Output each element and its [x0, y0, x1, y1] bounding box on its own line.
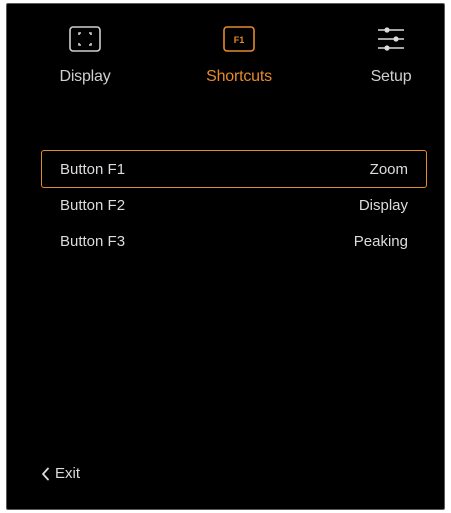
tab-bar: Display F1 Shortcuts Setup — [7, 4, 444, 104]
menu-row-button-f2[interactable]: Button F2 Display — [41, 186, 427, 224]
display-frame-icon — [35, 26, 135, 52]
camera-menu-screen: Display F1 Shortcuts Setup Button F1 Zoo… — [6, 3, 445, 510]
tab-display-label: Display — [59, 68, 111, 85]
row-value: Peaking — [353, 233, 408, 250]
f1-key-icon: F1 — [189, 26, 289, 52]
menu-row-button-f1[interactable]: Button F1 Zoom — [41, 150, 427, 188]
tab-shortcuts-label: Shortcuts — [206, 68, 272, 85]
chevron-left-icon — [41, 467, 50, 486]
tab-setup[interactable]: Setup — [341, 26, 441, 96]
menu-row-button-f3[interactable]: Button F3 Peaking — [41, 222, 427, 260]
row-label: Button F2 — [60, 197, 126, 214]
tab-setup-label: Setup — [370, 68, 412, 85]
shortcuts-list: Button F1 Zoom Button F2 Display Button … — [41, 150, 427, 260]
row-label: Button F1 — [60, 161, 126, 178]
exit-label: Exit — [55, 465, 81, 482]
f1-key-text: F1 — [234, 35, 245, 45]
row-label: Button F3 — [60, 233, 126, 250]
row-value: Zoom — [369, 161, 408, 178]
tab-display[interactable]: Display — [35, 26, 135, 96]
tab-shortcuts[interactable]: F1 Shortcuts — [189, 26, 289, 96]
row-value: Display — [358, 197, 408, 214]
sliders-icon — [341, 26, 441, 52]
